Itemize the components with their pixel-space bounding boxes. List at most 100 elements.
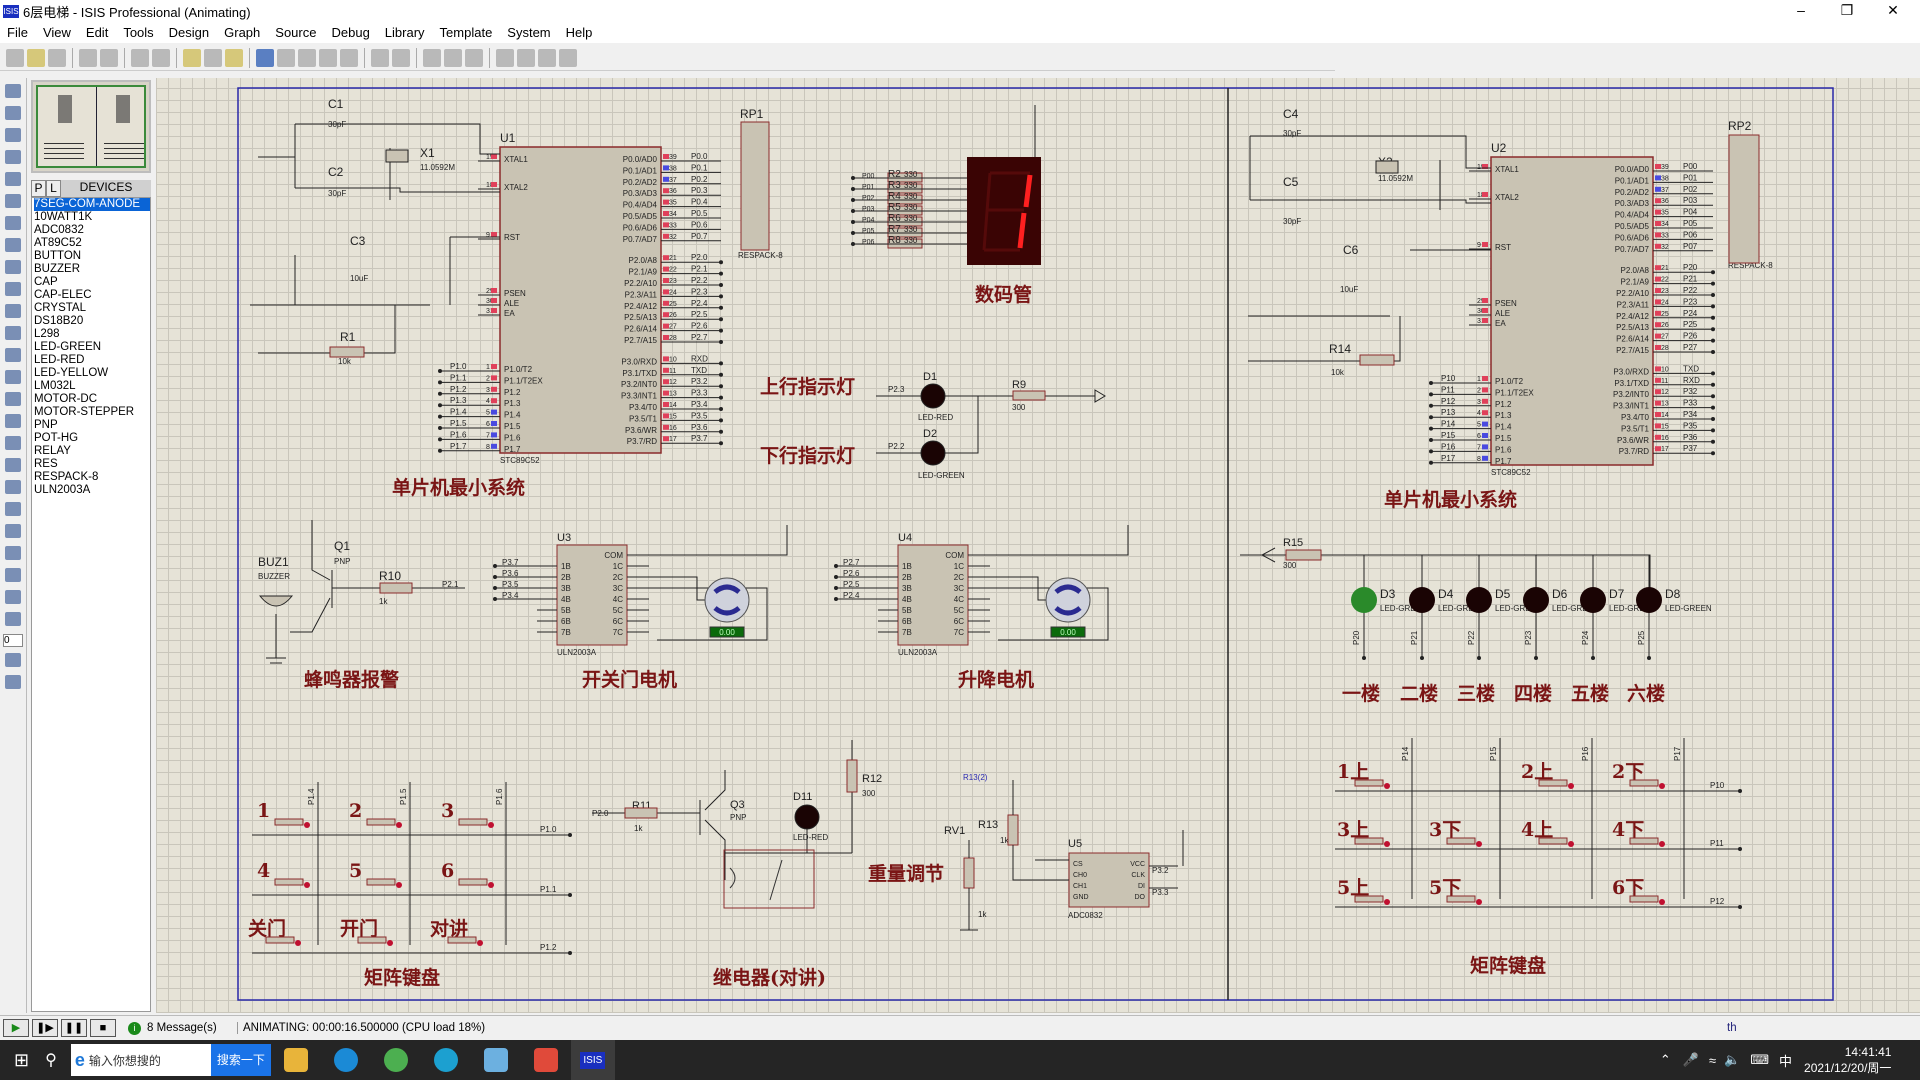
- app-icon-red[interactable]: [533, 1048, 558, 1072]
- path-icon[interactable]: [5, 502, 21, 516]
- menu-system[interactable]: System: [500, 25, 558, 40]
- zoom-area-icon[interactable]: [340, 48, 358, 67]
- pause-button[interactable]: ❚❚: [61, 1019, 87, 1037]
- pin-icon[interactable]: [5, 260, 21, 274]
- device-item[interactable]: 10WATT1K: [34, 211, 150, 224]
- network-icon[interactable]: ≈: [1709, 1053, 1716, 1068]
- pan-icon[interactable]: [256, 48, 274, 67]
- device-item[interactable]: LM032L: [34, 380, 150, 393]
- device-item[interactable]: LED-YELLOW: [34, 367, 150, 380]
- device-item[interactable]: LED-GREEN: [34, 341, 150, 354]
- messages-count[interactable]: 8 Message(s): [147, 1022, 227, 1034]
- device-list[interactable]: 7SEG-COM-ANODE 10WATT1K ADC0832 AT89C52 BUTT…: [31, 197, 151, 1012]
- subcircuit-icon[interactable]: [5, 216, 21, 230]
- import-icon[interactable]: [79, 48, 97, 67]
- step-button[interactable]: ❚▶: [32, 1019, 58, 1037]
- device-item[interactable]: LED-RED: [34, 354, 150, 367]
- text-script-icon[interactable]: [5, 172, 21, 186]
- device-item[interactable]: ULN2003A: [34, 484, 150, 497]
- symbol-icon[interactable]: [5, 546, 21, 560]
- overview-window[interactable]: [31, 80, 151, 173]
- print-icon[interactable]: [131, 48, 149, 67]
- block-copy-icon[interactable]: [496, 48, 514, 67]
- device-item[interactable]: BUTTON: [34, 250, 150, 263]
- microphone-icon[interactable]: 🎤: [1683, 1052, 1699, 1068]
- search-box[interactable]: e 输入你想搜的: [70, 1044, 211, 1076]
- stop-button[interactable]: ■: [90, 1019, 116, 1037]
- library-button[interactable]: L: [46, 180, 61, 197]
- arc-icon[interactable]: [5, 480, 21, 494]
- device-item[interactable]: AT89C52: [34, 237, 150, 250]
- menu-template[interactable]: Template: [433, 25, 501, 40]
- zoom-in-icon[interactable]: [277, 48, 295, 67]
- circle-icon[interactable]: [5, 458, 21, 472]
- isis-taskbar-button[interactable]: ISIS: [570, 1040, 615, 1080]
- device-item[interactable]: DS18B20: [34, 315, 150, 328]
- junction-icon[interactable]: [5, 128, 21, 142]
- menu-source[interactable]: Source: [268, 25, 324, 40]
- block-rotate-icon[interactable]: [538, 48, 556, 67]
- device-item[interactable]: 7SEG-COM-ANODE: [34, 198, 150, 211]
- rotation-field[interactable]: 0: [3, 634, 23, 647]
- zoom-all-icon[interactable]: [319, 48, 337, 67]
- export-icon[interactable]: [100, 48, 118, 67]
- generator-icon[interactable]: [5, 326, 21, 340]
- copy-icon[interactable]: [444, 48, 462, 67]
- graph-icon[interactable]: [5, 282, 21, 296]
- menu-library[interactable]: Library: [378, 25, 433, 40]
- area-icon[interactable]: [152, 48, 170, 67]
- search-app-icon[interactable]: [433, 1048, 458, 1072]
- component-mode-icon[interactable]: [5, 106, 21, 120]
- close-button[interactable]: ✕: [1870, 0, 1916, 22]
- menu-graph[interactable]: Graph: [217, 25, 268, 40]
- play-button[interactable]: ▶: [3, 1019, 29, 1037]
- mirror-x-icon[interactable]: [5, 653, 21, 667]
- device-item[interactable]: ADC0832: [34, 224, 150, 237]
- menu-view[interactable]: View: [36, 25, 79, 40]
- minimize-button[interactable]: –: [1778, 0, 1824, 22]
- pick-device-button[interactable]: P: [31, 180, 46, 197]
- device-item[interactable]: CAP-ELEC: [34, 289, 150, 302]
- device-item[interactable]: RESPACK-8: [34, 471, 150, 484]
- menu-file[interactable]: File: [0, 25, 36, 40]
- device-item[interactable]: CAP: [34, 276, 150, 289]
- browser-icon[interactable]: [383, 1048, 408, 1072]
- instrument-icon[interactable]: [5, 392, 21, 406]
- rotate-ccw-icon[interactable]: [5, 612, 21, 626]
- redo-icon[interactable]: [392, 48, 410, 67]
- label-icon[interactable]: [5, 150, 21, 164]
- block-delete-icon[interactable]: [559, 48, 577, 67]
- bus-icon[interactable]: [5, 194, 21, 208]
- volume-icon[interactable]: 🔈: [1724, 1052, 1740, 1068]
- voltage-probe-icon[interactable]: [5, 348, 21, 362]
- refresh-icon[interactable]: [183, 48, 201, 67]
- line-icon[interactable]: [5, 414, 21, 428]
- current-probe-icon[interactable]: [5, 370, 21, 384]
- device-item[interactable]: POT-HG: [34, 432, 150, 445]
- search-input[interactable]: 输入你想搜的: [89, 1052, 161, 1069]
- terminal-icon[interactable]: [5, 238, 21, 252]
- clock[interactable]: 14:41:41 2021/12/20/周一: [1804, 1044, 1891, 1076]
- device-item[interactable]: MOTOR-DC: [34, 393, 150, 406]
- tray-expand-icon[interactable]: ⌃: [1660, 1052, 1671, 1068]
- maximize-button[interactable]: ❐: [1824, 0, 1870, 22]
- zoom-out-icon[interactable]: [298, 48, 316, 67]
- block-move-icon[interactable]: [517, 48, 535, 67]
- edge-icon[interactable]: [333, 1048, 358, 1072]
- rotate-cw-icon[interactable]: [5, 590, 21, 604]
- save-icon[interactable]: [48, 48, 66, 67]
- tape-icon[interactable]: [5, 304, 21, 318]
- menu-edit[interactable]: Edit: [79, 25, 116, 40]
- new-icon[interactable]: [6, 48, 24, 67]
- device-item[interactable]: MOTOR-STEPPER: [34, 406, 150, 419]
- cut-icon[interactable]: [423, 48, 441, 67]
- undo-icon[interactable]: [371, 48, 389, 67]
- device-item[interactable]: RES: [34, 458, 150, 471]
- paste-icon[interactable]: [465, 48, 483, 67]
- search-icon[interactable]: ⚲: [45, 1050, 57, 1070]
- menu-tools[interactable]: Tools: [116, 25, 161, 40]
- mirror-y-icon[interactable]: [5, 675, 21, 689]
- keyboard-icon[interactable]: ⌨: [1750, 1052, 1769, 1068]
- box-icon[interactable]: [5, 436, 21, 450]
- ime-indicator[interactable]: 中: [1779, 1051, 1792, 1070]
